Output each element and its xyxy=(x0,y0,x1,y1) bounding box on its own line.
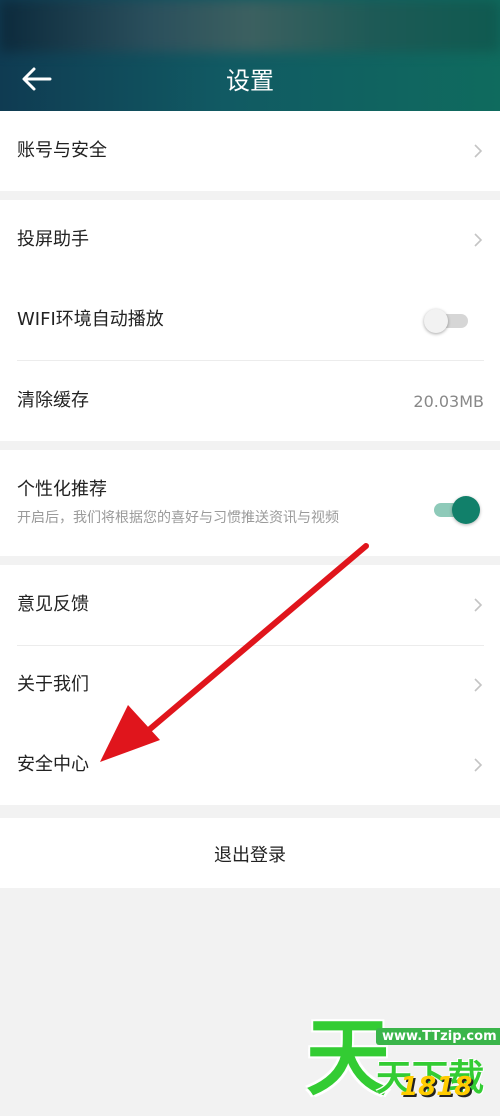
toggle-knob xyxy=(452,496,480,524)
settings-item-label: 账号与安全 xyxy=(17,140,107,161)
settings-item-label: 投屏助手 xyxy=(17,229,89,250)
personalized-recommend-toggle[interactable] xyxy=(434,496,480,524)
watermark-url: www.TTzip.com xyxy=(376,1028,500,1045)
recommendation-group: 个性化推荐 开启后，我们将根据您的喜好与习惯推送资讯与视频 xyxy=(0,450,500,556)
settings-item-label: 安全中心 xyxy=(17,754,89,775)
about-group: 意见反馈 关于我们 安全中心 xyxy=(0,565,500,805)
chevron-right-icon xyxy=(474,678,483,692)
chevron-right-icon xyxy=(474,233,483,247)
page-title: 设置 xyxy=(226,67,274,95)
cache-size-value: 20.03MB xyxy=(413,392,484,411)
logout-label: 退出登录 xyxy=(214,845,286,866)
settings-item-label: WIFI环境自动播放 xyxy=(17,309,164,330)
settings-item-security-center[interactable]: 安全中心 xyxy=(0,725,500,805)
chevron-right-icon xyxy=(474,598,483,612)
settings-item-label: 清除缓存 xyxy=(17,390,89,411)
watermark-number: 1818 xyxy=(400,1072,473,1102)
settings-item-label: 关于我们 xyxy=(17,674,89,695)
watermark: 天 www.TTzip.com 天下载 1818 xyxy=(300,1008,500,1116)
wifi-autoplay-toggle[interactable] xyxy=(424,309,468,333)
settings-item-about-us[interactable]: 关于我们 xyxy=(0,645,500,725)
settings-item-label: 意见反馈 xyxy=(17,594,89,615)
personalized-recommend-description: 开启后，我们将根据您的喜好与习惯推送资讯与视频 xyxy=(17,510,339,526)
settings-item-screen-cast[interactable]: 投屏助手 xyxy=(0,200,500,280)
settings-item-feedback[interactable]: 意见反馈 xyxy=(0,565,500,645)
settings-item-clear-cache[interactable]: 清除缓存 20.03MB xyxy=(0,361,500,441)
general-group: 投屏助手 WIFI环境自动播放 清除缓存 20.03MB xyxy=(0,200,500,441)
toggle-knob xyxy=(424,309,448,333)
logout-button[interactable]: 退出登录 xyxy=(0,818,500,888)
account-group: 账号与安全 xyxy=(0,111,500,191)
chevron-right-icon xyxy=(474,758,483,772)
settings-item-wifi-autoplay: WIFI环境自动播放 xyxy=(0,280,500,360)
personalized-recommend-label: 个性化推荐 xyxy=(17,479,107,500)
app-header: 设置 xyxy=(0,0,500,111)
settings-item-account-security[interactable]: 账号与安全 xyxy=(0,111,500,191)
status-bar-blurred xyxy=(0,0,500,52)
chevron-right-icon xyxy=(474,144,483,158)
